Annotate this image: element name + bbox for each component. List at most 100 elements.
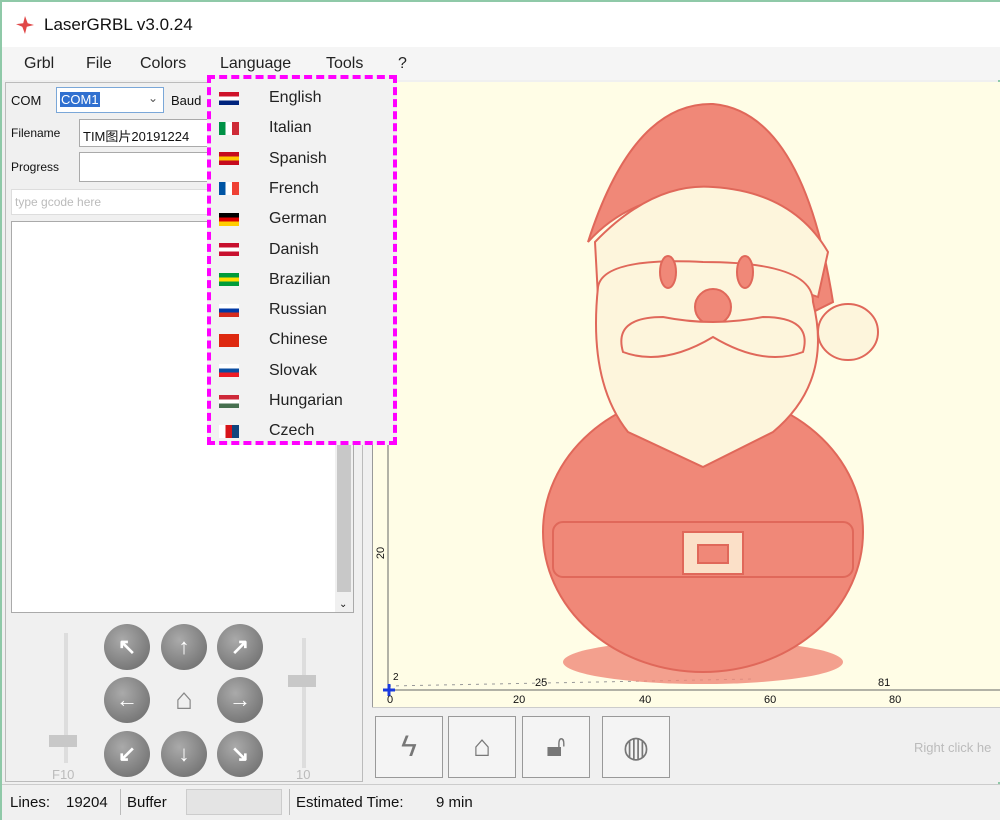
language-item-czech[interactable]: Czech bbox=[211, 416, 393, 446]
menu-language[interactable]: Language bbox=[220, 55, 291, 73]
flag-icon bbox=[219, 303, 239, 317]
flag-icon bbox=[219, 273, 239, 287]
status-bar: Lines: 19204 Buffer Estimated Time: 9 mi… bbox=[2, 784, 1000, 820]
x-tick: 80 bbox=[889, 694, 902, 706]
language-label: German bbox=[269, 210, 327, 228]
flag-icon bbox=[219, 91, 239, 105]
jog-ne-button[interactable]: ↗ bbox=[217, 624, 263, 670]
globe-button[interactable]: ◍ bbox=[602, 716, 670, 778]
flag-icon bbox=[219, 333, 239, 347]
flag-icon bbox=[219, 152, 239, 166]
language-item-brazilian[interactable]: Brazilian bbox=[211, 265, 393, 295]
bottom-toolbar: ϟ ⌂ 🔓︎ ◍ Right click he bbox=[372, 707, 1000, 782]
step-slider-thumb[interactable] bbox=[288, 675, 316, 687]
flag-icon bbox=[219, 424, 239, 438]
lines-label: Lines: bbox=[10, 794, 51, 811]
jog-w-button[interactable]: ← bbox=[104, 677, 150, 723]
santa-preview bbox=[383, 92, 1000, 696]
flag-icon bbox=[219, 182, 239, 196]
language-label: Danish bbox=[269, 240, 319, 258]
unlock-button[interactable]: 🔓︎ bbox=[522, 716, 590, 778]
com-label: COM bbox=[11, 93, 42, 108]
x-tick: 60 bbox=[764, 694, 777, 706]
time-label: Estimated Time: bbox=[296, 794, 404, 811]
com-select[interactable]: COM1 ⌄ bbox=[56, 87, 164, 113]
speed-slider-thumb[interactable] bbox=[49, 735, 77, 747]
menu-help[interactable]: ? bbox=[398, 55, 407, 73]
language-item-french[interactable]: French bbox=[211, 174, 393, 204]
menu-tools[interactable]: Tools bbox=[326, 55, 363, 73]
language-label: Czech bbox=[269, 422, 315, 440]
globe-icon: ◍ bbox=[622, 730, 650, 764]
filename-field[interactable]: TIM图片20191224 bbox=[79, 119, 219, 147]
language-item-spanish[interactable]: Spanish bbox=[211, 144, 393, 174]
flag-icon bbox=[219, 394, 239, 408]
flag-icon bbox=[219, 121, 239, 135]
flag-icon bbox=[219, 243, 239, 256]
step-label: 10 bbox=[296, 767, 311, 782]
jog-e-button[interactable]: → bbox=[217, 677, 263, 723]
homing-button[interactable]: ⌂ bbox=[448, 716, 516, 778]
buffer-label: Buffer bbox=[127, 794, 167, 811]
language-item-danish[interactable]: Danish bbox=[211, 235, 393, 265]
menu-grbl[interactable]: Grbl bbox=[24, 55, 54, 73]
gcode-input[interactable]: type gcode here bbox=[11, 189, 221, 215]
menu-colors[interactable]: Colors bbox=[140, 55, 186, 73]
language-label: Italian bbox=[269, 119, 312, 137]
laser-button[interactable]: ϟ bbox=[375, 716, 443, 778]
language-item-hungarian[interactable]: Hungarian bbox=[211, 386, 393, 416]
language-item-german[interactable]: German bbox=[211, 204, 393, 234]
menu-file[interactable]: File bbox=[86, 55, 112, 73]
x-tick: 40 bbox=[639, 694, 652, 706]
language-label: Slovak bbox=[269, 361, 318, 379]
preview-canvas[interactable]: 0 20 40 60 80 20 2 25 81 bbox=[372, 82, 1000, 707]
language-label: Hungarian bbox=[269, 392, 343, 409]
title-bar: LaserGRBL v3.0.24 bbox=[2, 2, 1000, 47]
flag-icon bbox=[219, 364, 239, 378]
chevron-down-icon: ⌄ bbox=[147, 91, 158, 105]
language-item-italian[interactable]: Italian bbox=[211, 113, 393, 143]
com-value: COM1 bbox=[60, 92, 100, 107]
language-item-slovak[interactable]: Slovak bbox=[211, 356, 393, 386]
jog-se-button[interactable]: ↘ bbox=[217, 731, 263, 777]
buffer-bar bbox=[186, 789, 282, 815]
y-tick: 20 bbox=[375, 546, 388, 560]
lightning-icon: ϟ bbox=[401, 730, 417, 763]
baud-label: Baud bbox=[171, 93, 202, 108]
jog-sw-button[interactable]: ↙ bbox=[104, 731, 150, 777]
chevron-down-icon: ⌄ bbox=[339, 599, 348, 610]
x-tick: 20 bbox=[513, 694, 526, 706]
language-label: English bbox=[269, 89, 322, 106]
jog-n-button[interactable]: ↑ bbox=[161, 624, 207, 670]
language-label: Russian bbox=[269, 301, 327, 319]
progress-label: Progress bbox=[11, 160, 60, 174]
filename-label: Filename bbox=[11, 126, 61, 140]
home-button[interactable]: ⌂ bbox=[161, 677, 207, 723]
window-title: LaserGRBL v3.0.24 bbox=[44, 15, 193, 34]
annotation: 81 bbox=[878, 677, 891, 689]
flag-icon bbox=[219, 212, 239, 226]
time-value: 9 min bbox=[436, 794, 473, 811]
house-icon: ⌂ bbox=[472, 730, 492, 763]
speed-label: F10 bbox=[52, 767, 75, 782]
language-menu: English Italian Spanish French German Danish B… bbox=[207, 75, 397, 445]
lines-value: 19204 bbox=[66, 794, 108, 811]
annotation: 25 bbox=[535, 677, 548, 689]
jog-s-button[interactable]: ↓ bbox=[161, 731, 207, 777]
language-item-chinese[interactable]: Chinese bbox=[211, 325, 393, 355]
menu-bar: Grbl File Colors Language Tools ? bbox=[2, 47, 1000, 80]
language-label: Spanish bbox=[269, 149, 327, 167]
language-item-russian[interactable]: Russian bbox=[211, 295, 393, 325]
right-click-hint: Right click he bbox=[914, 740, 992, 755]
annotation: 2 bbox=[393, 672, 399, 683]
app-logo-icon bbox=[16, 16, 34, 34]
lock-icon: 🔓︎ bbox=[546, 730, 566, 763]
progress-bar bbox=[79, 152, 219, 182]
x-tick: 0 bbox=[387, 694, 394, 706]
language-label: Brazilian bbox=[269, 270, 331, 288]
language-item-english[interactable]: English bbox=[211, 83, 393, 113]
language-label: Chinese bbox=[269, 331, 328, 349]
step-slider[interactable] bbox=[302, 638, 306, 768]
language-label: French bbox=[269, 179, 319, 197]
jog-nw-button[interactable]: ↖ bbox=[104, 624, 150, 670]
